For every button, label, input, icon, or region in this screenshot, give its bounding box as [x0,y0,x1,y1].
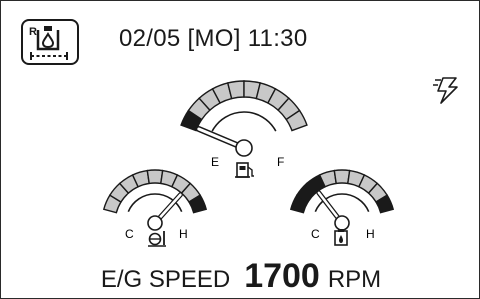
coolant-low-label: C [125,227,134,241]
engine-speed-readout: E/G SPEED 1700 RPM [1,257,479,296]
hydraulic-gauge-segment [333,169,351,185]
engine-speed-value: 1700 [244,257,320,295]
coolant-high-label: H [179,227,188,241]
hydraulic-oil-temperature-icon [334,229,348,246]
coolant-temperature-gauge: C H [102,169,208,247]
display-screen: R 02/05 [MO] 11:30 E F C H C H E/G SPEED… [0,0,480,299]
coolant-gauge-segment [146,169,164,185]
fuel-high-label: F [277,155,284,169]
engine-speed-unit: RPM [327,266,382,293]
fuel-low-label: E [211,155,219,169]
gauges-panel: E F C H C H [102,80,395,247]
fuel-pump-icon [235,162,254,178]
coolant-temperature-icon [148,231,166,247]
hydraulic-oil-temperature-gauge: C H [289,169,395,246]
engine-speed-label: E/G SPEED [100,266,231,293]
hydraulic-high-label: H [366,227,375,241]
hydraulic-low-label: C [311,227,320,241]
fuel-gauge: E F [180,80,308,178]
